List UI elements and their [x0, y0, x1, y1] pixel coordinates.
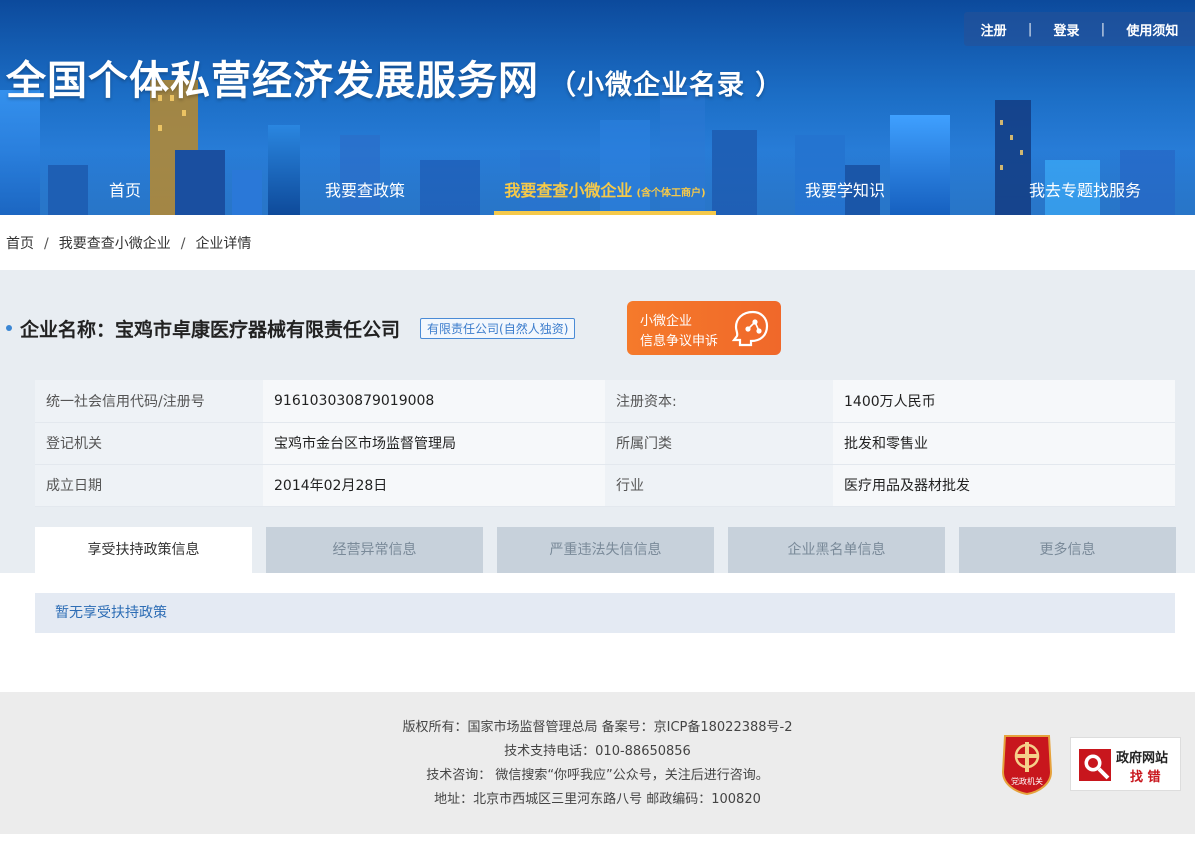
table-row: 成立日期 2014年02月28日 行业 医疗用品及器材批发 — [35, 464, 1175, 507]
table-row: 登记机关 宝鸡市金台区市场监督管理局 所属门类 批发和零售业 — [35, 422, 1175, 465]
top-links: 注册 | 登录 | 使用须知 — [964, 12, 1195, 46]
main-nav: 首页 我要查政策 我要查查小微企业 (含个体工商户) 我要学知识 我去专题找服务 — [0, 168, 1195, 215]
nav-item-label: 我要学知识 — [804, 181, 885, 200]
party-badge-text: 党政机关 — [1011, 776, 1043, 786]
bullet-dot — [6, 325, 12, 331]
nav-item-special-services[interactable]: 我去专题找服务 — [1020, 168, 1150, 215]
site-title: 全国个体私营经济发展服务网 （小微企业名录 ） — [6, 48, 783, 106]
table-row: 统一社会信用代码/注册号 916103030879019008 注册资本: 14… — [35, 380, 1175, 423]
tab-blacklist[interactable]: 企业黑名单信息 — [728, 527, 945, 573]
breadcrumb-separator: / — [180, 236, 186, 252]
registered-capital-label: 注册资本: — [605, 380, 833, 423]
appeal-button-line1: 小微企业 — [640, 314, 693, 329]
nav-item-enterprise-search[interactable]: 我要查查小微企业 (含个体工商户) — [494, 168, 716, 215]
separator: | — [1027, 21, 1033, 37]
nav-item-sublabel: (含个体工商户) — [636, 188, 706, 199]
nav-item-home[interactable]: 首页 — [90, 168, 160, 215]
company-header: 企业名称： 宝鸡市卓康医疗器械有限责任公司 有限责任公司(自然人独资) — [6, 300, 576, 356]
head-network-icon — [731, 310, 769, 347]
nav-item-label: 我去专题找服务 — [1028, 181, 1141, 200]
party-government-badge-icon[interactable]: 党政机关 — [999, 732, 1055, 796]
industry-value: 医疗用品及器材批发 — [833, 464, 1175, 507]
magnifier-icon — [1079, 749, 1111, 781]
gov-website-error-report-badge[interactable]: 政府网站 找 错 — [1070, 737, 1181, 791]
registered-capital-value: 1400万人民币 — [833, 380, 1175, 423]
breadcrumb-enterprise-search[interactable]: 我要查查小微企业 — [59, 236, 171, 252]
category-value: 批发和零售业 — [833, 422, 1175, 465]
company-name: 宝鸡市卓康医疗器械有限责任公司 — [115, 318, 401, 341]
site-title-sub: （小微企业名录 ） — [549, 70, 784, 101]
category-label: 所属门类 — [605, 422, 833, 465]
establish-date-value: 2014年02月28日 — [263, 464, 605, 507]
company-info-table: 统一社会信用代码/注册号 916103030879019008 注册资本: 14… — [35, 380, 1175, 507]
appeal-button-line2: 信息争议申诉 — [640, 334, 719, 349]
gov-badge-title: 政府网站 — [1116, 751, 1169, 766]
usage-notice-link[interactable]: 使用须知 — [1126, 20, 1178, 39]
tab-abnormal-operation[interactable]: 经营异常信息 — [266, 527, 483, 573]
site-footer: 版权所有：国家市场监督管理总局 备案号：京ICP备18022388号-2 技术支… — [0, 692, 1195, 834]
company-type-badge: 有限责任公司(自然人独资) — [420, 317, 576, 339]
info-dispute-appeal-button[interactable]: 小微企业 信息争议申诉 — [627, 301, 781, 355]
registration-authority-label: 登记机关 — [35, 422, 263, 465]
tab-serious-violation[interactable]: 严重违法失信信息 — [497, 527, 714, 573]
breadcrumb-home[interactable]: 首页 — [6, 236, 34, 252]
info-tabs: 享受扶持政策信息 经营异常信息 严重违法失信信息 企业黑名单信息 更多信息 — [35, 527, 1176, 573]
register-link[interactable]: 注册 — [981, 20, 1007, 39]
separator: | — [1100, 21, 1106, 37]
breadcrumb-separator: / — [44, 236, 49, 252]
nav-item-label: 我要查政策 — [324, 181, 405, 200]
nav-item-label: 首页 — [108, 181, 141, 200]
credit-code-value: 916103030879019008 — [263, 380, 605, 423]
credit-code-label: 统一社会信用代码/注册号 — [35, 380, 263, 423]
site-header: 注册 | 登录 | 使用须知 全国个体私营经济发展服务网 （小微企业名录 ） 首页… — [0, 0, 1195, 215]
nav-item-policy[interactable]: 我要查政策 — [315, 168, 415, 215]
registration-authority-value: 宝鸡市金台区市场监督管理局 — [263, 422, 605, 465]
establish-date-label: 成立日期 — [35, 464, 263, 507]
breadcrumb: 首页 / 我要查查小微企业 / 企业详情 — [6, 233, 251, 253]
tab-support-policy[interactable]: 享受扶持政策信息 — [35, 527, 252, 573]
empty-policy-message: 暂无享受扶持政策 — [35, 593, 1175, 633]
tab-more-info[interactable]: 更多信息 — [959, 527, 1176, 573]
industry-label: 行业 — [605, 464, 833, 507]
company-name-label: 企业名称： — [20, 318, 116, 341]
login-link[interactable]: 登录 — [1053, 20, 1079, 39]
gov-badge-subtitle: 找 错 — [1130, 770, 1161, 785]
breadcrumb-current: 企业详情 — [195, 236, 252, 252]
nav-item-label: 我要查查小微企业 — [504, 181, 633, 200]
site-title-main: 全国个体私营经济发展服务网 — [6, 58, 539, 104]
nav-item-knowledge[interactable]: 我要学知识 — [795, 168, 895, 215]
